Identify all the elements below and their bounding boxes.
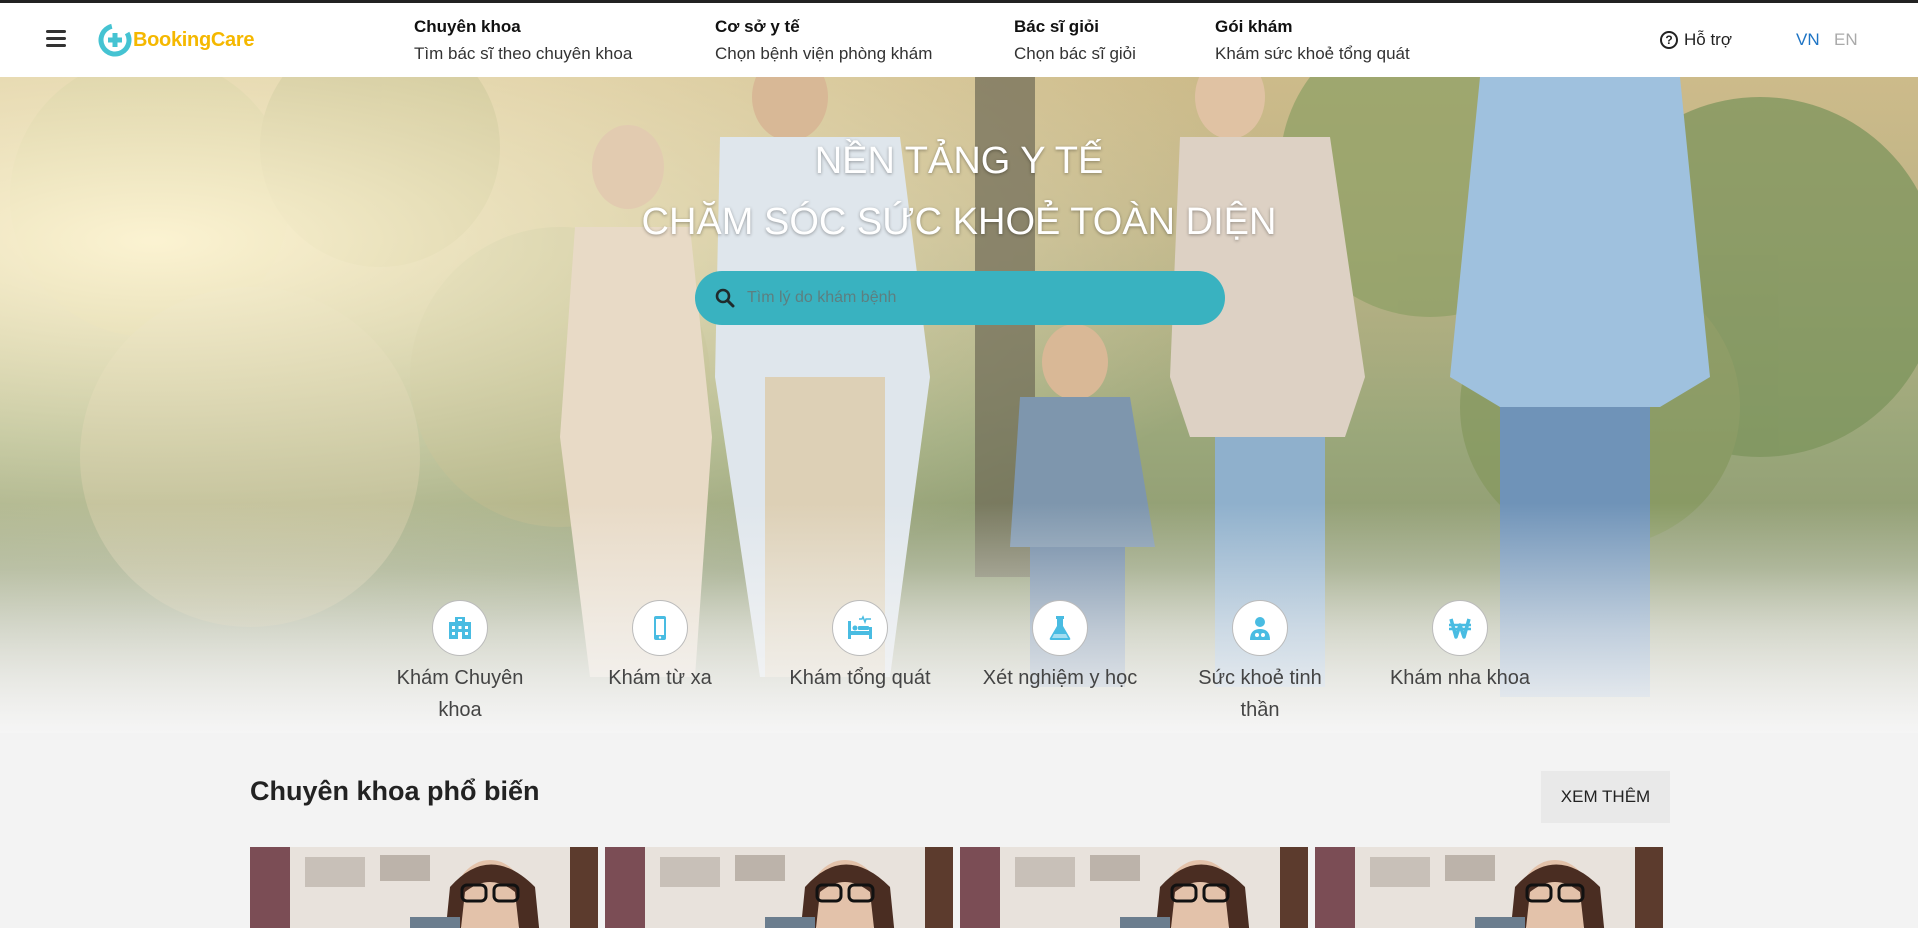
logo[interactable]: BookingCare — [98, 20, 254, 60]
lang-vn[interactable]: VN — [1796, 30, 1820, 50]
service-general[interactable]: Khám tổng quát — [780, 600, 940, 694]
lang-en[interactable]: EN — [1834, 30, 1858, 50]
specialty-card[interactable] — [250, 847, 598, 928]
search-bar[interactable] — [695, 271, 1225, 325]
hero-title-line2: CHĂM SÓC SỨC KHOẺ TOÀN DIỆN — [641, 201, 1277, 243]
nav-title: Gói khám — [1215, 17, 1293, 36]
see-more-button[interactable]: XEM THÊM — [1541, 771, 1670, 823]
service-specialty[interactable]: Khám Chuyên khoa — [380, 600, 540, 726]
service-mental[interactable]: Sức khoẻ tinh thần — [1180, 600, 1340, 726]
support-label: Hỗ trợ — [1684, 30, 1732, 49]
hero-banner: NỀN TẢNG Y TẾ CHĂM SÓC SỨC KHOẺ TOÀN DIỆ… — [0, 77, 1918, 733]
nav-title: Bác sĩ giỏi — [1014, 17, 1100, 36]
service-label: Khám nha khoa — [1389, 667, 1531, 689]
service-label: Khám từ xa — [608, 667, 712, 689]
logo-text: BookingCare — [133, 28, 255, 51]
doctor-photo — [1315, 847, 1663, 928]
service-label: Sức khoẻ tinh thần — [1198, 667, 1322, 721]
nav-subtitle: Chọn bệnh viện phòng khám — [715, 44, 933, 63]
bed-icon — [832, 600, 888, 656]
mind-icon — [1232, 600, 1288, 656]
hero-title-line1: NỀN TẢNG Y TẾ — [814, 140, 1104, 182]
service-dental[interactable]: Khám nha khoa — [1380, 600, 1540, 694]
specialty-card[interactable] — [960, 847, 1308, 928]
specialty-card[interactable] — [1315, 847, 1663, 928]
flask-icon — [1032, 600, 1088, 656]
specialty-card[interactable] — [605, 847, 953, 928]
search-input[interactable] — [747, 289, 1187, 307]
phone-icon — [632, 600, 688, 656]
nav-doctor[interactable]: Bác sĩ giỏi Chọn bác sĩ giỏi — [1014, 16, 1136, 65]
doctor-photo — [960, 847, 1308, 928]
nav-title: Cơ sở y tế — [715, 17, 800, 36]
hospital-icon — [432, 600, 488, 656]
question-icon: ? — [1660, 31, 1678, 49]
logo-icon — [98, 23, 132, 57]
nav-subtitle: Khám sức khoẻ tổng quát — [1215, 44, 1410, 63]
nav-title: Chuyên khoa — [414, 17, 521, 36]
service-list: Khám Chuyên khoa Khám từ xa Khám tổng qu… — [380, 600, 1620, 730]
service-label: Xét nghiệm y học — [982, 667, 1138, 689]
support-link[interactable]: ? Hỗ trợ — [1660, 30, 1732, 50]
search-icon — [715, 288, 735, 308]
popular-specialties-section: Chuyên khoa phổ biến XEM THÊM — [0, 733, 1918, 928]
nav-specialty[interactable]: Chuyên khoa Tìm bác sĩ theo chuyên khoa — [414, 16, 632, 65]
doctor-photo — [250, 847, 598, 928]
service-lab[interactable]: Xét nghiệm y học — [980, 600, 1140, 694]
menu-icon[interactable] — [46, 30, 66, 48]
service-label: Khám tổng quát — [789, 667, 931, 689]
service-label: Khám Chuyên khoa — [396, 667, 524, 721]
nav-facility[interactable]: Cơ sở y tế Chọn bệnh viện phòng khám — [715, 16, 932, 65]
nav-subtitle: Chọn bác sĩ giỏi — [1014, 44, 1136, 63]
doctor-photo — [605, 847, 953, 928]
service-remote[interactable]: Khám từ xa — [580, 600, 740, 694]
tooth-icon — [1432, 600, 1488, 656]
nav-subtitle: Tìm bác sĩ theo chuyên khoa — [414, 44, 633, 63]
top-header: BookingCare Chuyên khoa Tìm bác sĩ theo … — [0, 0, 1918, 77]
nav-package[interactable]: Gói khám Khám sức khoẻ tổng quát — [1215, 16, 1410, 65]
section-title: Chuyên khoa phổ biến — [250, 776, 540, 806]
